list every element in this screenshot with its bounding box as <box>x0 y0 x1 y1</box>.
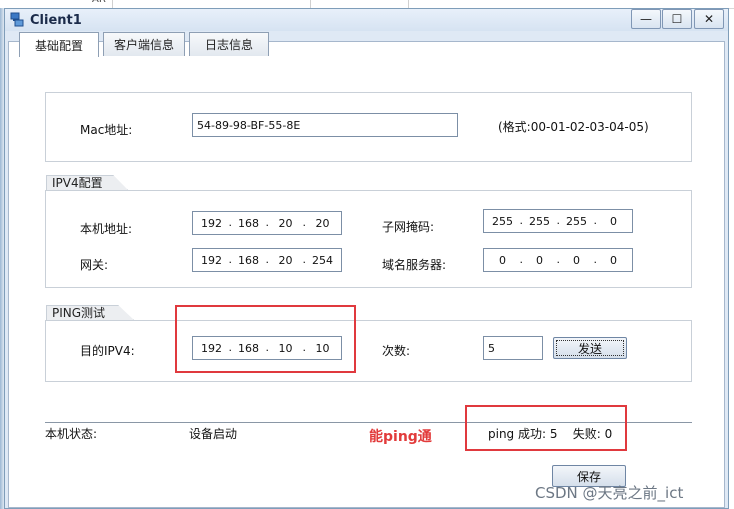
minimize-button[interactable]: — <box>631 9 661 29</box>
ip-octet: 20 <box>315 216 330 230</box>
tab-log-info[interactable]: 日志信息 <box>189 32 269 56</box>
ip-octet: 0 <box>610 214 617 228</box>
subnet-mask-input[interactable]: 255. 255. 255. 0 <box>483 209 633 233</box>
background-app-text: AR <box>92 0 106 5</box>
ping-group: 目的IPV4: 192. 168. 10. 10 次数: 5 发送 <box>45 320 692 382</box>
close-button[interactable]: ✕ <box>694 9 724 29</box>
ip-octet: 192. <box>201 252 232 267</box>
mac-address-input[interactable]: 54-89-98-BF-55-8E <box>192 113 458 137</box>
status-value: 设备启动 <box>189 427 238 441</box>
ping-count-label: 次数: <box>382 344 411 358</box>
background-divider <box>408 0 409 8</box>
ip-octet: 168. <box>238 215 269 230</box>
csdn-watermark: CSDN @天亮之前_ict <box>535 484 684 502</box>
ip-octet: 192. <box>201 215 232 230</box>
ip-octet: 0. <box>573 252 597 267</box>
target-ipv4-label: 目的IPV4: <box>80 344 135 358</box>
gateway-input[interactable]: 192. 168. 20. 254 <box>192 248 342 272</box>
ip-octet: 255. <box>529 213 560 228</box>
mac-label: Mac地址: <box>80 123 133 137</box>
maximize-button[interactable]: ☐ <box>662 9 692 29</box>
background-divider <box>112 0 113 8</box>
window-title: Client1 <box>30 13 82 28</box>
tab-basic-config[interactable]: 基础配置 <box>19 32 99 57</box>
ping-result-highlight <box>465 405 627 451</box>
mac-format-hint: (格式:00-01-02-03-04-05) <box>498 120 649 134</box>
tab-content-panel: 基础配置 客户端信息 日志信息 Mac地址: 54-89-98-BF-55-8E… <box>8 32 725 508</box>
local-ip-label: 本机地址: <box>80 222 133 236</box>
ipv4-group: 本机地址: 192. 168. 20. 20 子网掩码: 255. 255. 2… <box>45 190 692 288</box>
ip-octet: 255. <box>566 213 597 228</box>
client-app-icon <box>10 12 24 27</box>
subnet-mask-label: 子网掩码: <box>382 220 435 234</box>
dns-server-label: 域名服务器: <box>382 258 447 272</box>
target-ip-highlight <box>175 305 356 373</box>
ping-count-input[interactable]: 5 <box>483 336 543 360</box>
ip-octet: 255. <box>492 213 523 228</box>
ip-octet: 0. <box>536 252 560 267</box>
client-window: Client1 — ☐ ✕ 基础配置 客户端信息 日志信息 Mac地址: 54-… <box>4 8 729 509</box>
ip-octet: 20. <box>278 215 307 230</box>
dns-server-input[interactable]: 0. 0. 0. 0 <box>483 248 633 272</box>
local-ip-input[interactable]: 192. 168. 20. 20 <box>192 211 342 235</box>
ip-octet: 0 <box>610 253 617 267</box>
status-label: 本机状态: <box>45 427 98 441</box>
title-bar[interactable]: Client1 — ☐ ✕ <box>5 9 728 31</box>
ip-octet: 20. <box>278 252 307 267</box>
mac-group: Mac地址: 54-89-98-BF-55-8E (格式:00-01-02-03… <box>45 92 692 162</box>
gateway-label: 网关: <box>80 258 109 272</box>
background-divider <box>310 0 311 8</box>
send-button[interactable]: 发送 <box>553 337 627 359</box>
ping-reachable-annotation: 能ping通 <box>369 429 432 445</box>
ip-octet: 168. <box>238 252 269 267</box>
ipv4-group-title: IPV4配置 <box>46 175 128 190</box>
ping-group-title: PING测试 <box>46 305 134 320</box>
tab-client-info[interactable]: 客户端信息 <box>103 32 185 56</box>
ip-octet: 254 <box>312 253 333 267</box>
ip-octet: 0. <box>499 252 523 267</box>
